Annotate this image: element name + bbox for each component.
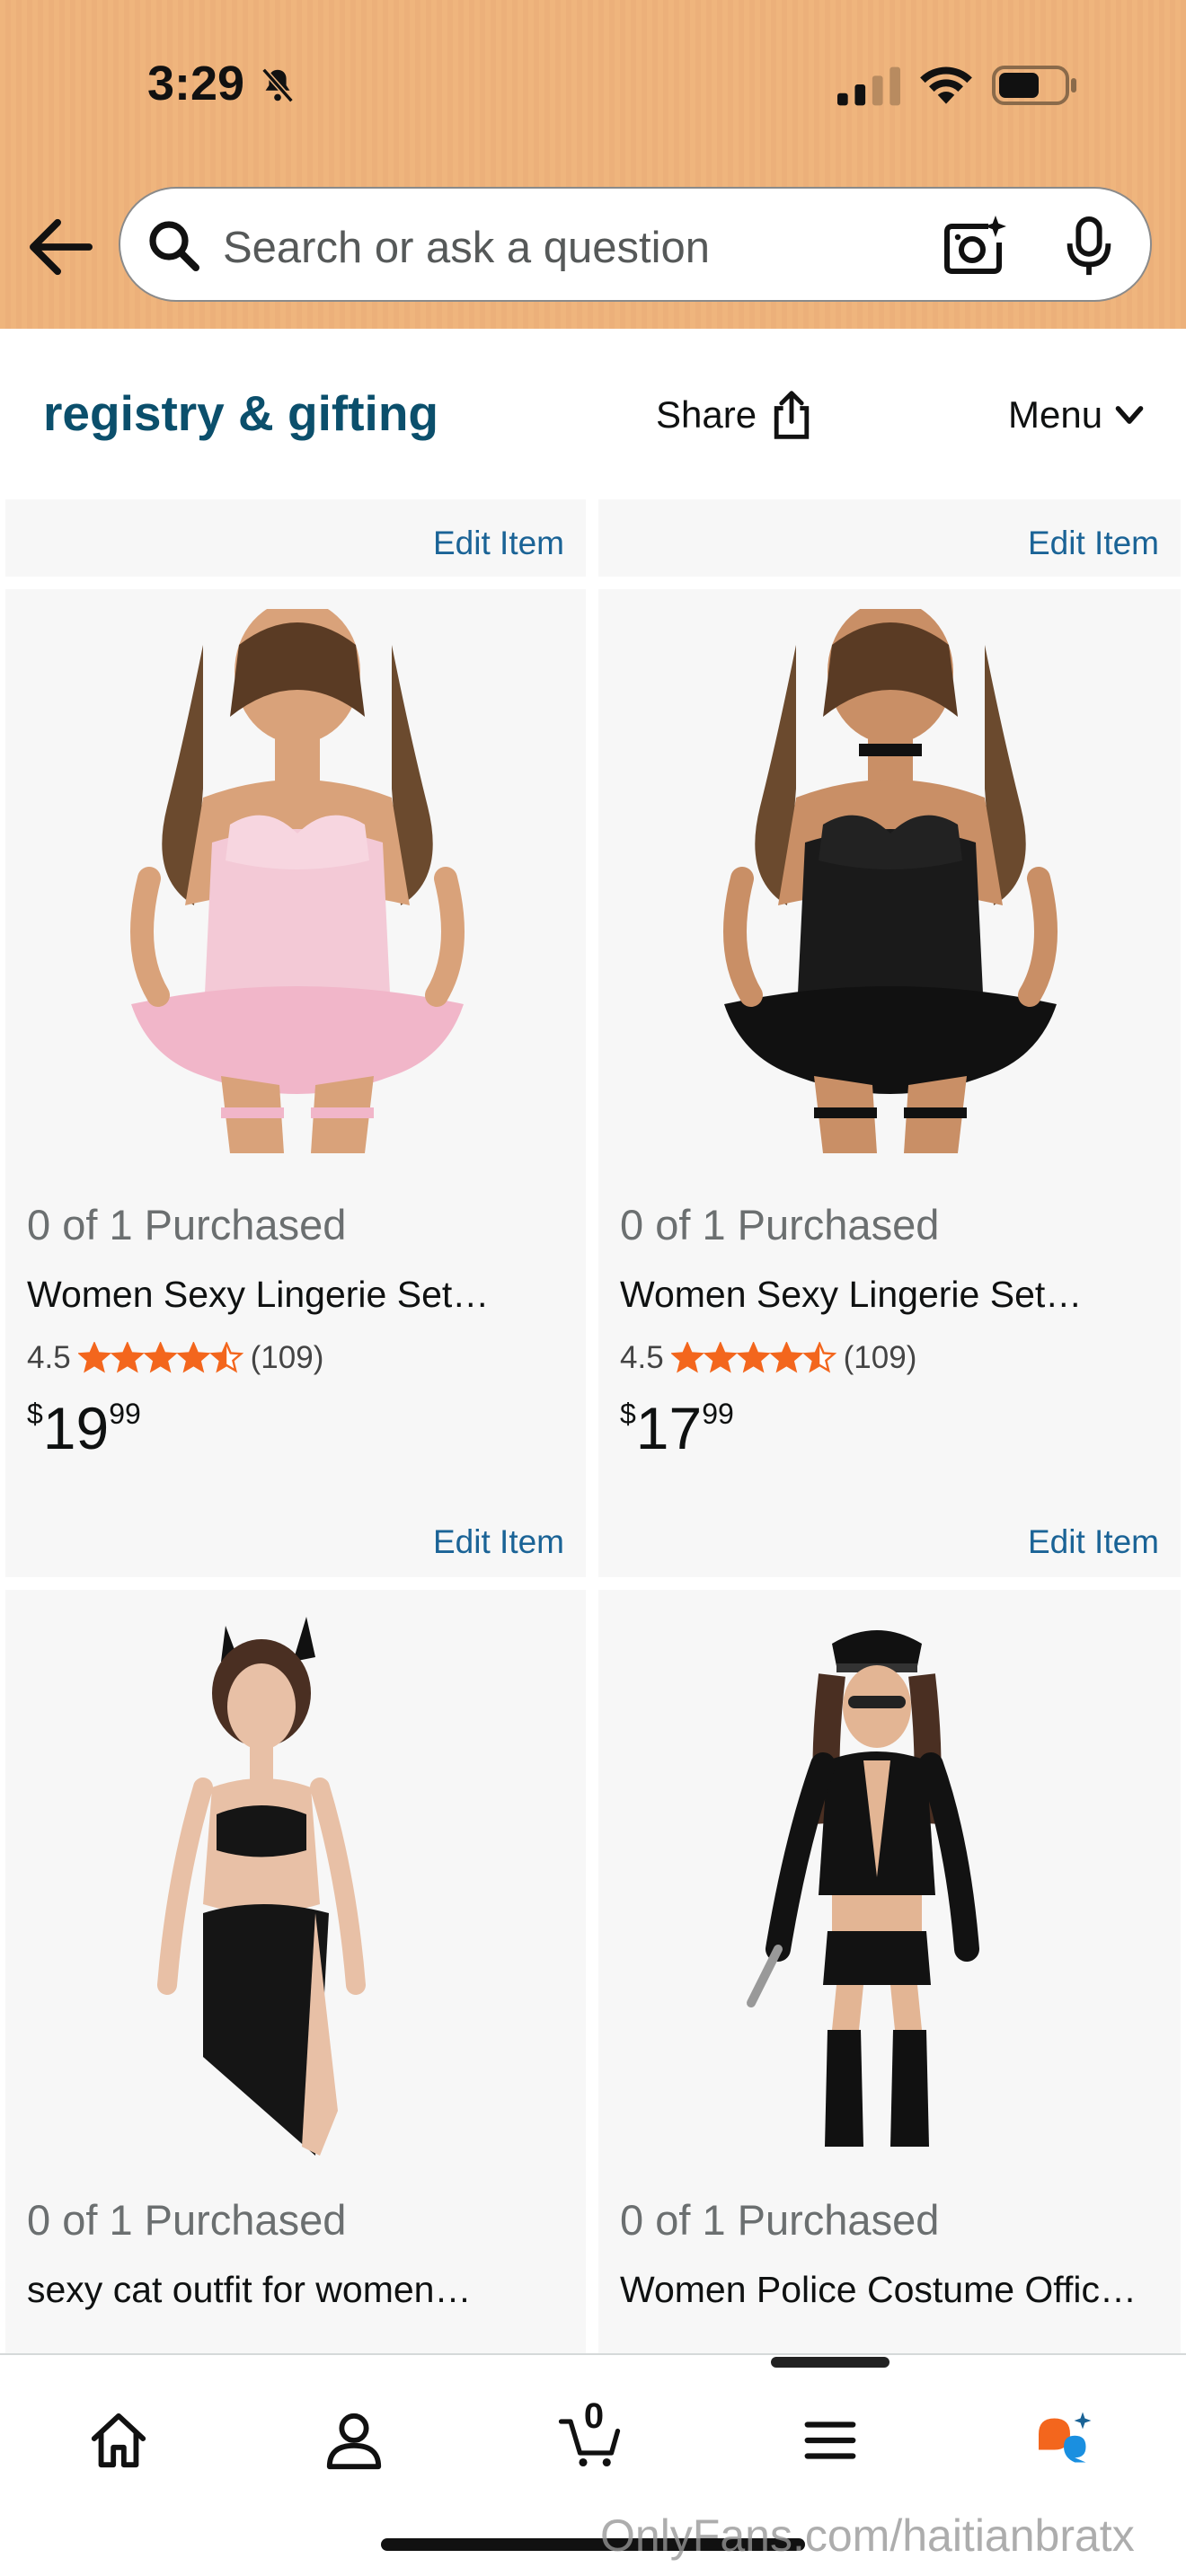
status-time: 3:29 <box>147 57 245 110</box>
cart-count: 0 <box>583 2396 605 2436</box>
share-button[interactable]: Share <box>656 388 814 442</box>
purchased-status: 0 of 1 Purchased <box>27 1201 347 1248</box>
search-input[interactable]: Search or ask a question <box>119 187 1152 302</box>
star-fill <box>672 1344 702 1371</box>
person-icon <box>326 2413 382 2470</box>
registry-bar: registry & gifting Share Menu <box>0 329 1186 499</box>
camera-lens-icon[interactable] <box>942 214 1006 278</box>
price-whole: 17 <box>635 1395 703 1461</box>
product-title[interactable]: Women Police Costume Offic… <box>620 2269 1159 2311</box>
microphone-icon[interactable] <box>1064 216 1114 278</box>
nav-menu[interactable] <box>785 2409 875 2481</box>
bell-off-icon <box>261 67 294 103</box>
edit-item-link[interactable]: Edit Item <box>433 1523 564 1561</box>
search-placeholder: Search or ask a question <box>223 224 711 272</box>
purchased-status: 0 of 1 Purchased <box>620 1201 940 1248</box>
product-title[interactable]: Women Sexy Lingerie Set… <box>620 1274 1159 1316</box>
edit-item-link[interactable]: Edit Item <box>433 525 564 562</box>
purchased-status: 0 of 1 Purchased <box>27 2196 347 2244</box>
signal-icon <box>837 66 900 106</box>
scroll-handle[interactable] <box>771 2357 890 2368</box>
price-fraction: 99 <box>109 1398 141 1430</box>
product-image-police-costume[interactable] <box>742 1608 1012 2156</box>
star-fill <box>705 1344 735 1371</box>
share-label: Share <box>656 393 757 436</box>
star-fill <box>146 1344 175 1371</box>
star-rating-icon <box>670 1342 836 1373</box>
price-whole: 19 <box>42 1395 110 1461</box>
edit-item-link[interactable]: Edit Item <box>1028 525 1159 562</box>
star-fill <box>772 1344 801 1371</box>
rating-value: 4.5 <box>27 1340 71 1375</box>
registry-title[interactable]: registry & gifting <box>43 384 438 442</box>
star-fill <box>79 1344 109 1371</box>
product-title[interactable]: sexy cat outfit for women… <box>27 2269 566 2311</box>
product-image-cat-outfit[interactable] <box>149 1608 374 2156</box>
price: $1799 <box>620 1394 734 1462</box>
nav-rufus[interactable] <box>1019 2409 1109 2481</box>
star-fill <box>112 1344 142 1371</box>
home-icon <box>91 2413 146 2468</box>
battery-icon <box>992 66 1076 105</box>
chat-bubbles-icon <box>1039 2412 1092 2463</box>
watermark-text: OnlyFans.com/haitianbratx <box>600 2510 1135 2561</box>
nav-account[interactable] <box>309 2409 399 2481</box>
card-previous-left: Edit Item <box>5 499 586 577</box>
price-symbol: $ <box>620 1398 636 1430</box>
chevron-down-icon <box>1115 406 1144 424</box>
price-fraction: 99 <box>702 1398 734 1430</box>
price-symbol: $ <box>27 1398 43 1430</box>
nav-home[interactable] <box>74 2409 164 2481</box>
star-fill <box>739 1344 768 1371</box>
review-count: (109) <box>250 1340 324 1375</box>
product-image-black-lingerie[interactable] <box>688 609 1093 1153</box>
edit-item-link[interactable]: Edit Item <box>1028 1523 1159 1561</box>
nav-cart[interactable]: 0 <box>544 2396 634 2481</box>
product-title[interactable]: Women Sexy Lingerie Set… <box>27 1274 566 1316</box>
product-card[interactable]: 0 of 1 Purchased Women Sexy Lingerie Set… <box>5 589 586 1577</box>
menu-label: Menu <box>1008 393 1103 436</box>
product-card[interactable]: 0 of 1 Purchased sexy cat outfit for wom… <box>5 1590 586 2353</box>
hamburger-icon <box>804 2422 856 2459</box>
share-icon <box>774 391 810 439</box>
app-header: 3:29 Search or ask a question <box>0 0 1186 329</box>
card-previous-right: Edit Item <box>598 499 1181 577</box>
product-card[interactable]: 0 of 1 Purchased Women Sexy Lingerie Set… <box>598 589 1181 1577</box>
back-button[interactable] <box>25 216 97 278</box>
review-count: (109) <box>843 1340 917 1375</box>
star-fill <box>179 1344 208 1371</box>
rating-row[interactable]: 4.5 (109) <box>27 1340 323 1376</box>
rating-value: 4.5 <box>620 1340 664 1375</box>
search-icon <box>149 221 199 271</box>
menu-dropdown-button[interactable]: Menu <box>1008 388 1146 442</box>
price: $1999 <box>27 1394 141 1462</box>
rating-row[interactable]: 4.5 (109) <box>620 1340 916 1376</box>
wifi-icon <box>920 66 972 104</box>
product-card[interactable]: 0 of 1 Purchased Women Police Costume Of… <box>598 1590 1181 2353</box>
purchased-status: 0 of 1 Purchased <box>620 2196 940 2244</box>
product-image-pink-lingerie[interactable] <box>95 609 500 1153</box>
arrow-left-icon <box>30 218 93 276</box>
star-rating-icon <box>77 1342 243 1373</box>
